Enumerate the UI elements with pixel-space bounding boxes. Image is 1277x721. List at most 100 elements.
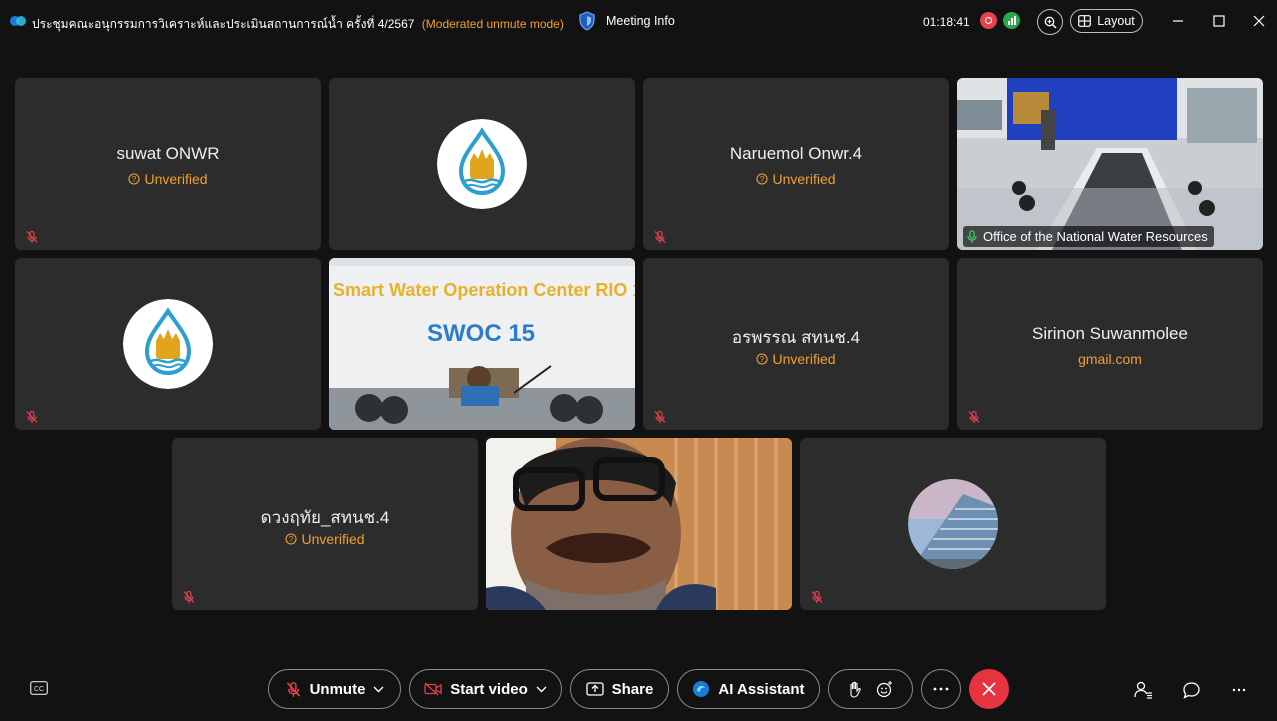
svg-text:CC: CC bbox=[34, 686, 44, 693]
participant-tile[interactable] bbox=[800, 438, 1106, 610]
participant-name: suwat ONWR bbox=[116, 144, 220, 163]
chat-panel-button[interactable] bbox=[1180, 679, 1202, 701]
close-icon bbox=[1253, 15, 1265, 27]
shield-icon bbox=[579, 11, 595, 31]
share-screen-icon bbox=[585, 682, 604, 696]
question-circle-icon: ? bbox=[756, 353, 769, 365]
closed-captions-icon: CC bbox=[30, 681, 48, 695]
video-off-icon bbox=[424, 682, 442, 696]
close-icon bbox=[982, 682, 996, 696]
mic-active-icon bbox=[967, 229, 977, 243]
meeting-timer: 01:18:41 bbox=[923, 15, 970, 29]
verification-status: ? Unverified bbox=[643, 171, 949, 187]
participant-email-domain: gmail.com bbox=[1078, 351, 1142, 367]
participant-tile[interactable]: suwat ONWR ? Unverified bbox=[15, 78, 321, 250]
chevron-down-icon bbox=[536, 686, 547, 692]
meeting-title: ประชุมคณะอนุกรรมการวิเคราะห์และประเมินสถ… bbox=[32, 15, 564, 34]
participant-tile[interactable]: อรพรรณ สทนช.4 ? Unverified bbox=[643, 258, 949, 430]
share-label: Share bbox=[611, 680, 654, 698]
video-banner-short: SWOC 15 bbox=[427, 320, 536, 347]
mic-muted-icon bbox=[653, 410, 667, 424]
maximize-icon bbox=[1213, 15, 1225, 27]
emoji-reaction-icon[interactable] bbox=[876, 680, 894, 698]
maximize-button[interactable] bbox=[1211, 13, 1227, 29]
svg-text:?: ? bbox=[760, 175, 765, 184]
verification-status: ? Unverified bbox=[643, 351, 949, 367]
agency-logo-avatar bbox=[123, 299, 213, 389]
svg-text:?: ? bbox=[132, 175, 137, 184]
reactions-group bbox=[828, 669, 913, 709]
participant-name: Sirinon Suwanmolee bbox=[1032, 324, 1188, 343]
grid-layout-icon bbox=[1078, 15, 1092, 27]
verification-status-label: Unverified bbox=[772, 351, 836, 367]
mic-muted-icon bbox=[653, 230, 667, 244]
verification-status: ? Unverified bbox=[15, 171, 321, 187]
participant-video-tile[interactable] bbox=[486, 438, 792, 610]
question-circle-icon: ? bbox=[128, 173, 141, 185]
mic-muted-icon bbox=[967, 410, 981, 424]
leave-meeting-button[interactable] bbox=[969, 669, 1009, 709]
ellipsis-icon bbox=[1232, 688, 1246, 692]
magnifier-plus-icon bbox=[1044, 16, 1056, 28]
layout-button[interactable]: Layout bbox=[1070, 9, 1143, 33]
verification-status-label: Unverified bbox=[772, 171, 836, 187]
webex-logo-icon bbox=[10, 16, 26, 26]
participant-name: อรพรรณ สทนช.4 bbox=[731, 328, 861, 347]
conference-room-video bbox=[957, 78, 1263, 250]
more-panels-button[interactable] bbox=[1228, 679, 1250, 701]
network-status-icon[interactable] bbox=[1003, 12, 1020, 29]
ellipsis-icon bbox=[933, 687, 949, 691]
ai-assistant-icon bbox=[693, 681, 710, 697]
minimize-icon bbox=[1173, 20, 1183, 22]
svg-text:?: ? bbox=[760, 355, 765, 364]
title-bar: ประชุมคณะอนุกรรมการวิเคราะห์และประเมินสถ… bbox=[0, 0, 1277, 44]
participant-name: ดวงฤทัย_สทนช.4 bbox=[260, 508, 390, 527]
verification-status-label: Unverified bbox=[301, 531, 365, 547]
participant-tile[interactable] bbox=[15, 258, 321, 430]
start-video-label: Start video bbox=[450, 680, 528, 698]
ai-assistant-label: AI Assistant bbox=[718, 680, 805, 698]
video-banner-text: Smart Water Operation Center RIO 15 bbox=[333, 280, 635, 300]
chat-bubble-icon bbox=[1182, 681, 1200, 699]
zoom-in-button[interactable] bbox=[1037, 9, 1063, 35]
mic-muted-icon bbox=[25, 410, 39, 424]
closed-captions-button[interactable]: CC bbox=[30, 681, 48, 695]
unmute-button[interactable]: Unmute bbox=[268, 669, 401, 709]
participant-name: Office of the National Water Resources bbox=[983, 229, 1208, 244]
ai-assistant-button[interactable]: AI Assistant bbox=[677, 669, 820, 709]
mic-muted-icon bbox=[810, 590, 824, 604]
participants-panel-button[interactable] bbox=[1132, 679, 1154, 701]
participant-tile[interactable]: ดวงฤทัย_สทนช.4 ? Unverified bbox=[172, 438, 478, 610]
meeting-info-button[interactable]: Meeting Info bbox=[578, 11, 675, 31]
recording-icon[interactable] bbox=[980, 12, 997, 29]
participants-icon bbox=[1134, 681, 1152, 699]
participant-video-tile[interactable]: Smart Water Operation Center RIO 15 SWOC… bbox=[329, 258, 635, 430]
participant-video-tile-active[interactable]: Office of the National Water Resources bbox=[957, 78, 1263, 250]
verification-status-label: Unverified bbox=[144, 171, 208, 187]
participant-tile[interactable]: Naruemol Onwr.4 ? Unverified bbox=[643, 78, 949, 250]
meeting-title-text: ประชุมคณะอนุกรรมการวิเคราะห์และประเมินสถ… bbox=[32, 17, 415, 31]
more-options-button[interactable] bbox=[921, 669, 961, 709]
mic-muted-icon bbox=[25, 230, 39, 244]
participant-tile[interactable]: Sirinon Suwanmolee gmail.com bbox=[957, 258, 1263, 430]
meeting-mode-label: (Moderated unmute mode) bbox=[421, 17, 564, 31]
raise-hand-icon[interactable] bbox=[848, 681, 862, 698]
question-circle-icon: ? bbox=[756, 173, 769, 185]
minimize-button[interactable] bbox=[1170, 13, 1186, 29]
participant-name: Naruemol Onwr.4 bbox=[729, 144, 863, 163]
mic-muted-icon bbox=[182, 590, 196, 604]
building-photo-avatar bbox=[908, 479, 998, 569]
chevron-down-icon bbox=[373, 686, 384, 692]
layout-label: Layout bbox=[1097, 14, 1135, 28]
unmute-label: Unmute bbox=[309, 680, 366, 698]
agency-logo-avatar bbox=[437, 119, 527, 209]
close-window-button[interactable] bbox=[1251, 13, 1267, 29]
share-button[interactable]: Share bbox=[570, 669, 669, 709]
mic-off-icon bbox=[285, 681, 302, 698]
verification-status: ? Unverified bbox=[172, 531, 478, 547]
question-circle-icon: ? bbox=[285, 533, 298, 545]
participant-caption: Office of the National Water Resources bbox=[963, 226, 1214, 247]
participant-tile[interactable] bbox=[329, 78, 635, 250]
webcam-person-video bbox=[486, 438, 792, 610]
start-video-button[interactable]: Start video bbox=[409, 669, 562, 709]
